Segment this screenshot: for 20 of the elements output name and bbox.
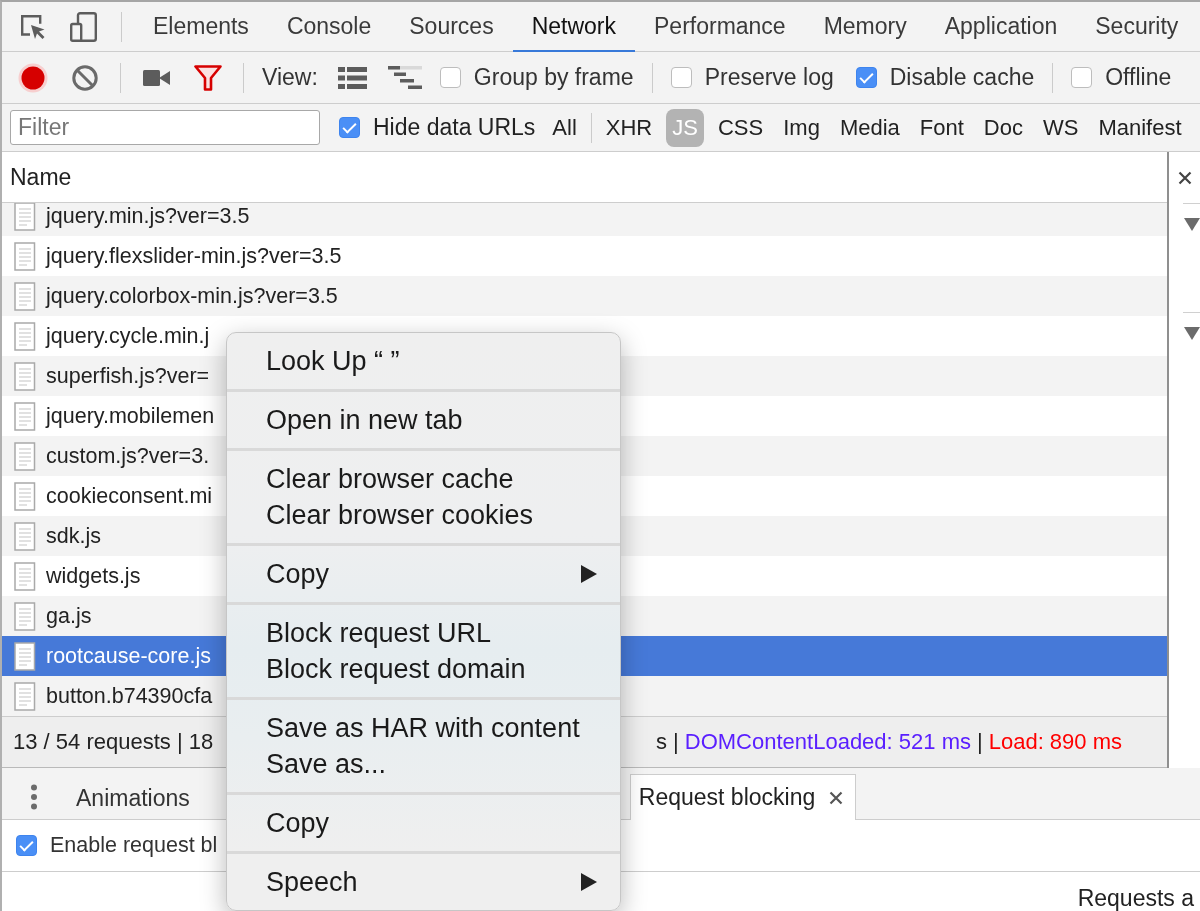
request-name: jquery.cycle.min.j	[46, 323, 210, 349]
request-name: jquery.min.js?ver=3.5	[46, 203, 250, 229]
request-name: ga.js	[46, 603, 92, 629]
request-name: superfish.js?ver=	[46, 363, 210, 389]
request-name: jquery.flexslider-min.js?ver=3.5	[46, 243, 342, 269]
status-text: s |	[655, 729, 679, 755]
request-name: widgets.js	[46, 563, 141, 589]
request-name: rootcause-core.js	[46, 643, 211, 669]
request-name: cookieconsent.mi	[46, 483, 213, 509]
request-name: sdk.js	[46, 523, 101, 549]
request-name: jquery.mobilemen	[46, 403, 215, 429]
request-name: custom.js?ver=3.	[46, 443, 210, 469]
status-text: |	[976, 729, 983, 755]
empty-state-text: Requests a	[1077, 886, 1194, 911]
request-name: jquery.colorbox-min.js?ver=3.5	[46, 283, 338, 309]
request-name: button.b74390cfa	[46, 683, 213, 709]
view-label: View:	[262, 64, 318, 91]
domcontentloaded-time: DOMContentLoaded: 521 ms	[684, 729, 971, 755]
status-text: 13 / 54 requests | 18	[13, 729, 214, 755]
load-time: Load: 890 ms	[988, 729, 1122, 755]
